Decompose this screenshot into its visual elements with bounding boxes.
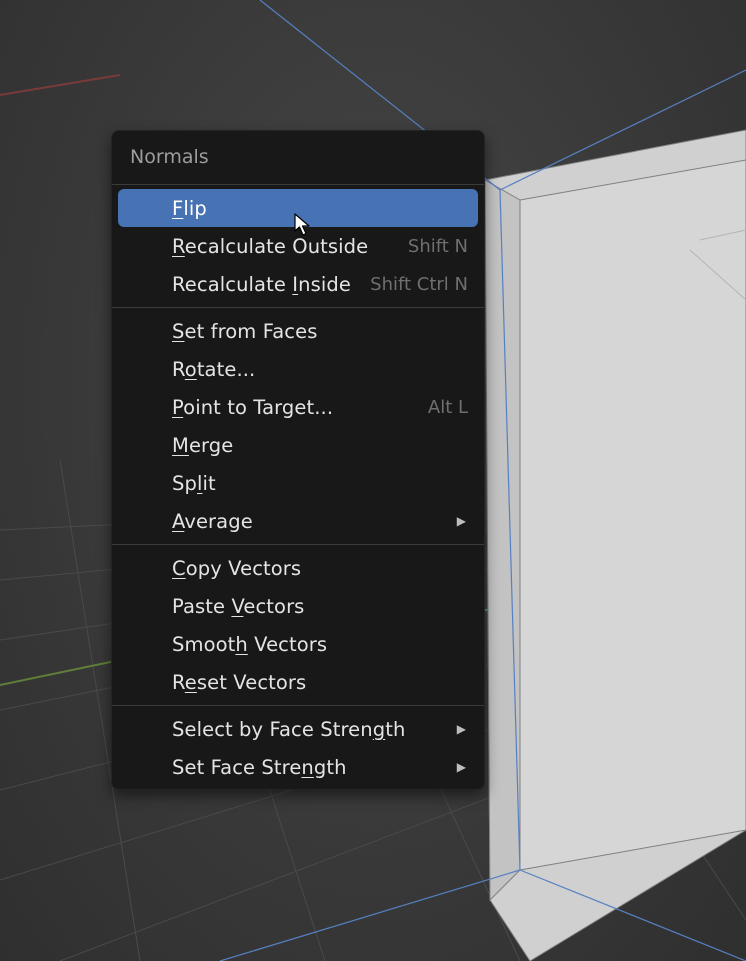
menu-item-label: Set Face Strength [172, 756, 347, 779]
menu-item-label: Merge [172, 434, 233, 457]
axis-y [0, 660, 120, 685]
menu-item-label: Split [172, 472, 216, 495]
menu-item-recalculate-outside[interactable]: Recalculate Outside Shift N [112, 227, 484, 265]
menu-item-split[interactable]: Split [112, 464, 484, 502]
menu-item-label: Set from Faces [172, 320, 317, 343]
submenu-arrow-icon: ▶ [457, 514, 466, 528]
menu-item-label: Smooth Vectors [172, 633, 327, 656]
menu-item-label: Select by Face Strength [172, 718, 405, 741]
menu-separator [112, 544, 484, 545]
context-menu-normals: Normals Flip Recalculate Outside Shift N… [111, 130, 485, 790]
menu-item-smooth-vectors[interactable]: Smooth Vectors [112, 625, 484, 663]
menu-item-shortcut: Shift N [408, 236, 468, 257]
menu-item-rotate[interactable]: Rotate... [112, 350, 484, 388]
menu-item-label: Flip [172, 197, 207, 220]
submenu-arrow-icon: ▶ [457, 722, 466, 736]
menu-separator [112, 307, 484, 308]
menu-item-label: Copy Vectors [172, 557, 301, 580]
menu-item-set-face-strength[interactable]: Set Face Strength ▶ [112, 748, 484, 786]
submenu-arrow-icon: ▶ [457, 760, 466, 774]
menu-item-label: Recalculate Inside [172, 273, 351, 296]
menu-item-label: Reset Vectors [172, 671, 306, 694]
menu-item-label: Average [172, 510, 253, 533]
menu-item-label: Paste Vectors [172, 595, 304, 618]
menu-item-point-to-target[interactable]: Point to Target... Alt L [112, 388, 484, 426]
menu-item-recalculate-inside[interactable]: Recalculate Inside Shift Ctrl N [112, 265, 484, 303]
menu-item-flip[interactable]: Flip [118, 189, 478, 227]
menu-item-set-from-faces[interactable]: Set from Faces [112, 312, 484, 350]
menu-separator [112, 184, 484, 185]
menu-item-label: Recalculate Outside [172, 235, 368, 258]
menu-item-shortcut: Alt L [428, 397, 468, 418]
menu-item-copy-vectors[interactable]: Copy Vectors [112, 549, 484, 587]
menu-separator [112, 705, 484, 706]
menu-title: Normals [112, 134, 484, 180]
menu-item-reset-vectors[interactable]: Reset Vectors [112, 663, 484, 701]
menu-item-merge[interactable]: Merge [112, 426, 484, 464]
mesh-object [485, 130, 746, 961]
menu-item-average[interactable]: Average ▶ [112, 502, 484, 540]
menu-item-shortcut: Shift Ctrl N [370, 274, 468, 295]
menu-item-label: Rotate... [172, 358, 255, 381]
menu-item-paste-vectors[interactable]: Paste Vectors [112, 587, 484, 625]
menu-item-select-by-face-strength[interactable]: Select by Face Strength ▶ [112, 710, 484, 748]
axis-x [0, 75, 120, 95]
menu-item-label: Point to Target... [172, 396, 333, 419]
